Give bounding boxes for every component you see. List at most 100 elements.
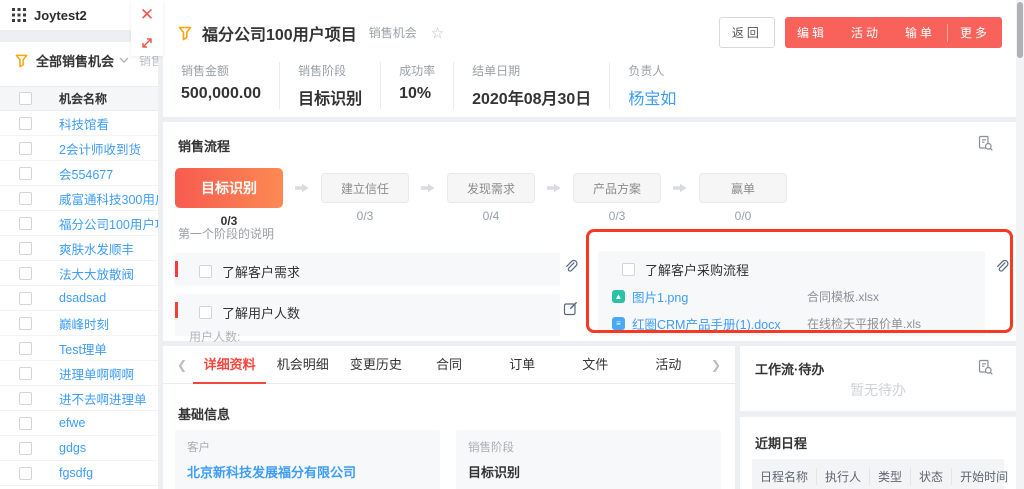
opportunity-link[interactable]: 威富通科技300用户项 — [59, 189, 158, 208]
funnel-icon — [14, 53, 29, 68]
more-button[interactable]: 更多 — [948, 17, 1002, 48]
scrollbar-thumb[interactable] — [1017, 2, 1023, 58]
window-controls: ✕ — [131, 0, 163, 56]
list-item[interactable]: 威富通科技300用户项 — [0, 186, 158, 211]
list-item[interactable]: dsadsad — [0, 286, 158, 311]
opportunity-link[interactable]: dsadsad — [59, 291, 106, 305]
doc-search-icon[interactable] — [977, 135, 994, 152]
tab-change-history[interactable]: 变更历史 — [339, 346, 412, 384]
paperclip-icon[interactable] — [994, 259, 1009, 274]
opportunity-link[interactable]: efwe — [59, 416, 85, 430]
opportunity-link[interactable]: gdgs — [59, 441, 86, 455]
row-checkbox[interactable] — [19, 292, 32, 305]
task-checkbox[interactable] — [199, 265, 212, 278]
opportunity-link[interactable]: 2会计师收到货 — [59, 139, 141, 158]
tab-files[interactable]: 文件 — [559, 346, 632, 384]
list-item[interactable]: 科技馆看 — [0, 111, 158, 136]
tab-opportunity-lines[interactable]: 机会明细 — [266, 346, 339, 384]
row-checkbox[interactable] — [19, 417, 32, 430]
expand-icon[interactable] — [140, 36, 154, 50]
opportunity-link[interactable]: 爽肤水发顺丰 — [59, 239, 134, 258]
task-checkbox[interactable] — [199, 306, 212, 319]
opportunity-link[interactable]: Test理单 — [59, 339, 107, 358]
row-checkbox[interactable] — [19, 217, 32, 230]
list-item[interactable]: 爽肤水发顺丰 — [0, 236, 158, 261]
paperclip-icon[interactable] — [563, 259, 578, 274]
list-item[interactable]: 会554677 — [0, 161, 158, 186]
opportunity-link[interactable]: fgsdfg — [59, 466, 93, 480]
chevron-down-icon[interactable] — [119, 57, 129, 64]
chevron-right-icon[interactable]: ❯ — [705, 358, 727, 372]
tab-order[interactable]: 订单 — [486, 346, 559, 384]
stage-button[interactable]: 发现需求 — [447, 173, 535, 203]
scrollbar-track[interactable] — [1016, 0, 1024, 489]
list-item[interactable]: efwe — [0, 411, 158, 436]
field-sales-amount: 销售金额 500,000.00 — [181, 62, 280, 109]
back-button[interactable]: 返回 — [719, 17, 775, 48]
field-sales-stage: 销售阶段 目标识别 — [298, 62, 381, 109]
attachment-link[interactable]: 红圈CRM产品手册(1).docx — [632, 314, 807, 333]
row-checkbox[interactable] — [19, 342, 32, 355]
task-label: 了解用户人数 — [222, 303, 300, 322]
list-item[interactable]: 进不去啊进理单 — [0, 386, 158, 411]
opportunity-link[interactable]: 巅峰时刻 — [59, 314, 109, 333]
chevron-left-icon[interactable]: ❮ — [171, 358, 193, 372]
tab-contract[interactable]: 合同 — [412, 346, 485, 384]
col-start-time: 开始时间 — [952, 468, 1016, 485]
opportunity-link[interactable]: 进理单啊啊啊 — [59, 364, 134, 383]
list-item[interactable]: 进理单啊啊啊 — [0, 361, 158, 386]
row-checkbox[interactable] — [19, 117, 32, 130]
field-owner: 负责人 杨宝如 — [628, 62, 694, 109]
row-checkbox[interactable] — [19, 192, 32, 205]
row-checkbox[interactable] — [19, 392, 32, 405]
stage-count: 0/4 — [483, 209, 500, 223]
row-checkbox[interactable] — [19, 467, 32, 480]
edit-icon[interactable] — [563, 301, 578, 316]
opportunity-link[interactable]: 福分公司100用户项目 — [59, 214, 158, 233]
row-checkbox[interactable] — [19, 367, 32, 380]
row-checkbox[interactable] — [19, 317, 32, 330]
task-checkbox[interactable] — [622, 263, 635, 276]
list-item[interactable]: 福分公司100用户项目 — [0, 211, 158, 236]
basic-info-title: 基础信息 — [178, 404, 230, 423]
list-item[interactable]: 2会计师收到货 — [0, 136, 158, 161]
list-item[interactable]: Test理单 — [0, 336, 158, 361]
opportunity-link[interactable]: 科技馆看 — [59, 114, 109, 133]
attachment-name[interactable]: 在线检天平报价单.xls — [807, 315, 921, 332]
attachment-name[interactable]: 合同模板.xlsx — [807, 288, 879, 305]
opportunity-link[interactable]: 进不去啊进理单 — [59, 389, 147, 408]
list-item[interactable]: gdgs — [0, 436, 158, 461]
stage-button[interactable]: 赢单 — [699, 173, 787, 203]
lose-order-button[interactable]: 输单 — [893, 17, 947, 48]
app-grid-icon[interactable] — [12, 8, 26, 22]
list-item[interactable]: 法大大放散阀 — [0, 261, 158, 286]
row-checkbox[interactable] — [19, 242, 32, 255]
stage-button[interactable]: 建立信任 — [321, 173, 409, 203]
sales-process-card: 销售流程 目标识别 0/3 建立信任 0/3 发现需求 0/4 产品方案 0/3… — [163, 122, 1016, 341]
attachment-link[interactable]: 图片1.png — [632, 287, 807, 306]
row-checkbox[interactable] — [19, 142, 32, 155]
activity-button[interactable]: 活动 — [839, 17, 893, 48]
customer-link[interactable]: 北京新科技发展福分有限公司 — [187, 462, 428, 481]
opportunity-link[interactable]: 法大大放散阀 — [59, 264, 134, 283]
close-icon[interactable]: ✕ — [140, 6, 154, 23]
select-all-checkbox[interactable] — [19, 92, 32, 105]
row-checkbox[interactable] — [19, 167, 32, 180]
opportunity-link[interactable]: 会554677 — [59, 164, 113, 183]
owner-link[interactable]: 杨宝如 — [628, 85, 676, 109]
process-title: 销售流程 — [178, 136, 230, 155]
favorite-star-icon[interactable]: ☆ — [431, 24, 444, 42]
doc-search-icon[interactable] — [977, 359, 994, 376]
col-type: 类型 — [870, 468, 911, 485]
arrow-right-icon — [421, 183, 435, 193]
row-checkbox[interactable] — [19, 442, 32, 455]
list-item[interactable]: fgsdfg — [0, 461, 158, 486]
tab-activity[interactable]: 活动 — [632, 346, 705, 384]
tab-detail[interactable]: 详细资料 — [193, 346, 266, 384]
stage-button[interactable]: 目标识别 — [175, 168, 283, 208]
stage-button[interactable]: 产品方案 — [573, 173, 661, 203]
list-item[interactable]: 巅峰时刻 — [0, 311, 158, 336]
field-close-date: 结单日期 2020年08月30日 — [472, 62, 610, 109]
edit-button[interactable]: 编辑 — [785, 17, 839, 48]
row-checkbox[interactable] — [19, 267, 32, 280]
